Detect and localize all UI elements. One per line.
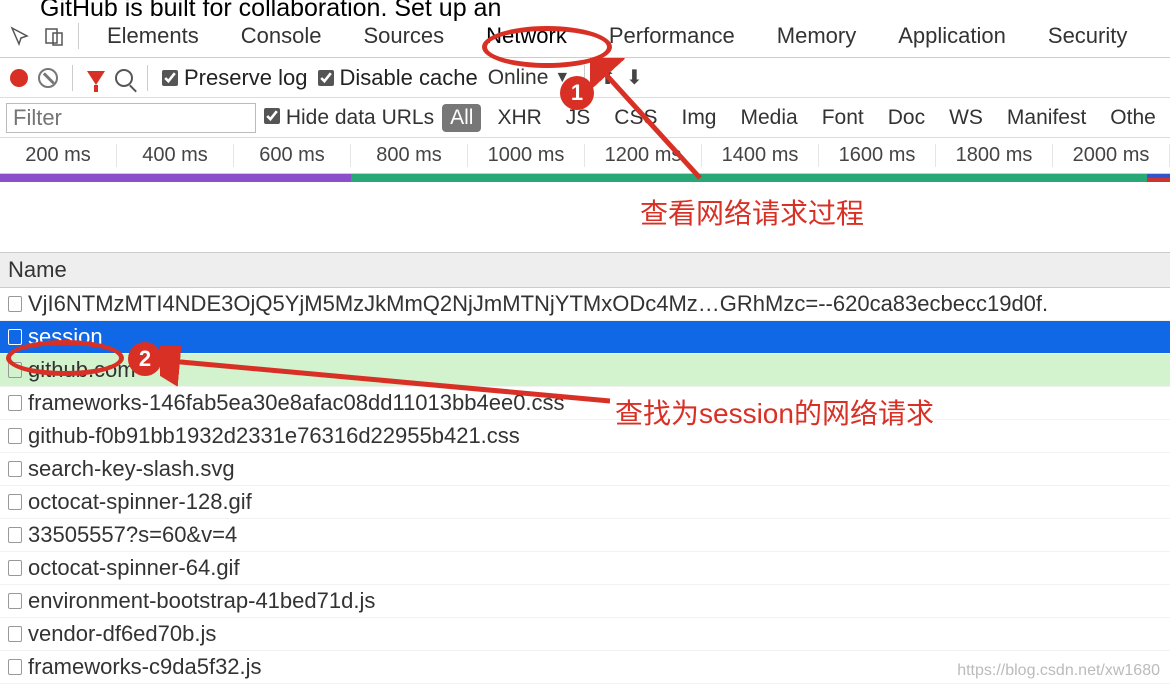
request-row[interactable]: github.com — [0, 354, 1170, 387]
file-icon — [8, 527, 22, 543]
request-row[interactable]: environment-bootstrap-41bed71d.js — [0, 585, 1170, 618]
timeline-overview[interactable] — [0, 174, 1170, 182]
timeline-ruler[interactable]: 200 ms 400 ms 600 ms 800 ms 1000 ms 1200… — [0, 138, 1170, 174]
type-filter-img[interactable]: Img — [673, 104, 724, 132]
request-name: 33505557?s=60&v=4 — [28, 522, 237, 548]
clear-icon[interactable] — [38, 68, 58, 88]
request-row[interactable]: github-f0b91bb1932d2331e76316d22955b421.… — [0, 420, 1170, 453]
request-name: frameworks-c9da5f32.js — [28, 654, 262, 680]
truncated-banner: GitHub is built for collaboration. Set u… — [40, 0, 501, 23]
file-icon — [8, 560, 22, 576]
tab-performance[interactable]: Performance — [591, 17, 753, 55]
request-row[interactable]: search-key-slash.svg — [0, 453, 1170, 486]
divider — [78, 23, 79, 49]
tab-application[interactable]: Application — [880, 17, 1024, 55]
request-name: environment-bootstrap-41bed71d.js — [28, 588, 375, 614]
file-icon — [8, 428, 22, 444]
disable-cache-label: Disable cache — [340, 65, 478, 91]
request-row[interactable]: octocat-spinner-64.gif — [0, 552, 1170, 585]
timeline-tick: 400 ms — [117, 144, 234, 167]
type-filter-media[interactable]: Media — [733, 104, 806, 132]
watermark: https://blog.csdn.net/xw1680 — [957, 662, 1160, 680]
timeline-tick: 1600 ms — [819, 144, 936, 167]
request-name: VjI6NTMzMTI4NDE3OjQ5YjM5MzJkMmQ2NjJmMTNj… — [28, 291, 1048, 317]
hide-data-urls-checkbox[interactable]: Hide data URLs — [264, 106, 434, 130]
divider — [147, 65, 148, 91]
file-icon — [8, 494, 22, 510]
record-button[interactable] — [10, 69, 28, 87]
hide-data-urls-label: Hide data URLs — [286, 106, 434, 129]
divider — [584, 65, 585, 91]
preserve-log-label: Preserve log — [184, 65, 308, 91]
request-name: octocat-spinner-128.gif — [28, 489, 252, 515]
file-icon — [8, 593, 22, 609]
request-name: github-f0b91bb1932d2331e76316d22955b421.… — [28, 423, 520, 449]
request-name: search-key-slash.svg — [28, 456, 235, 482]
filter-toggle-icon[interactable] — [87, 71, 105, 85]
tab-security[interactable]: Security — [1030, 17, 1145, 55]
request-name: octocat-spinner-64.gif — [28, 555, 240, 581]
file-icon — [8, 395, 22, 411]
type-filter-ws[interactable]: WS — [941, 104, 991, 132]
upload-har-icon[interactable]: ⬆ — [599, 65, 616, 90]
request-row[interactable]: VjI6NTMzMTI4NDE3OjQ5YjM5MzJkMmQ2NjJmMTNj… — [0, 288, 1170, 321]
type-filter-all[interactable]: All — [442, 104, 481, 132]
tab-memory[interactable]: Memory — [759, 17, 874, 55]
file-icon — [8, 659, 22, 675]
preserve-log-checkbox[interactable]: Preserve log — [162, 65, 308, 91]
network-toolbar: Preserve log Disable cache Online ▼ ⬆ ⬇ — [0, 58, 1170, 98]
filter-bar: Hide data URLs All XHR JS CSS Img Media … — [0, 98, 1170, 138]
device-toggle-icon[interactable] — [40, 24, 68, 48]
type-filter-other[interactable]: Othe — [1102, 104, 1164, 132]
search-icon[interactable] — [115, 69, 133, 87]
timeline-tick: 800 ms — [351, 144, 468, 167]
type-filter-font[interactable]: Font — [814, 104, 872, 132]
request-row[interactable]: octocat-spinner-128.gif — [0, 486, 1170, 519]
inspect-icon[interactable] — [6, 24, 34, 48]
chevron-down-icon: ▼ — [554, 69, 570, 87]
divider — [72, 65, 73, 91]
type-filter-js[interactable]: JS — [558, 104, 599, 132]
file-icon — [8, 329, 22, 345]
type-filter-css[interactable]: CSS — [606, 104, 665, 132]
timeline-tick: 600 ms — [234, 144, 351, 167]
throttling-select[interactable]: Online ▼ — [488, 66, 571, 90]
filter-input[interactable] — [6, 103, 256, 133]
file-icon — [8, 461, 22, 477]
request-row[interactable]: frameworks-146fab5ea30e8afac08dd11013bb4… — [0, 387, 1170, 420]
timeline-tick: 1200 ms — [585, 144, 702, 167]
file-icon — [8, 296, 22, 312]
request-name: vendor-df6ed70b.js — [28, 621, 216, 647]
request-name: github.com — [28, 357, 136, 383]
file-icon — [8, 626, 22, 642]
request-name: session — [28, 324, 103, 350]
throttle-value: Online — [488, 66, 549, 90]
type-filter-xhr[interactable]: XHR — [489, 104, 549, 132]
file-icon — [8, 362, 22, 378]
type-filter-doc[interactable]: Doc — [880, 104, 933, 132]
type-filter-manifest[interactable]: Manifest — [999, 104, 1094, 132]
request-row-session[interactable]: session — [0, 321, 1170, 354]
timeline-tick: 2000 ms — [1053, 144, 1170, 167]
request-list: VjI6NTMzMTI4NDE3OjQ5YjM5MzJkMmQ2NjJmMTNj… — [0, 288, 1170, 684]
disable-cache-checkbox[interactable]: Disable cache — [318, 65, 478, 91]
request-row[interactable]: vendor-df6ed70b.js — [0, 618, 1170, 651]
request-name: frameworks-146fab5ea30e8afac08dd11013bb4… — [28, 390, 565, 416]
download-har-icon[interactable]: ⬇ — [626, 65, 643, 90]
timeline-tick: 1000 ms — [468, 144, 585, 167]
timeline-tick: 200 ms — [0, 144, 117, 167]
column-header-name[interactable]: Name — [0, 252, 1170, 288]
request-row[interactable]: 33505557?s=60&v=4 — [0, 519, 1170, 552]
timeline-tick: 1800 ms — [936, 144, 1053, 167]
timeline-tick: 1400 ms — [702, 144, 819, 167]
